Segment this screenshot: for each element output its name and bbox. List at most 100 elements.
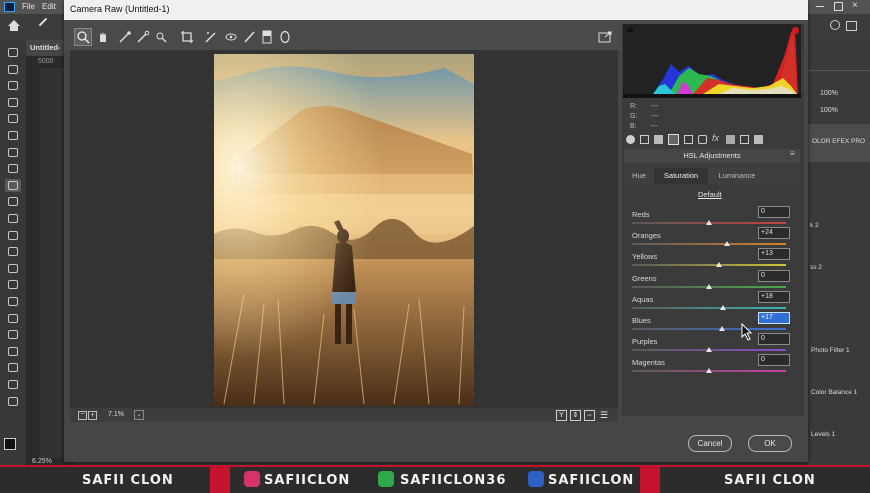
basic-panel-icon[interactable] bbox=[626, 135, 635, 144]
presets-icon[interactable] bbox=[740, 135, 749, 144]
tab-luminance[interactable]: Luminance bbox=[710, 168, 764, 184]
open-preferences-icon[interactable] bbox=[598, 30, 612, 44]
pen-icon[interactable] bbox=[5, 295, 21, 308]
layer-item[interactable]: OLOR EFEX PRO bbox=[812, 138, 865, 145]
minimize-icon[interactable] bbox=[816, 6, 824, 7]
split-toning-icon[interactable] bbox=[684, 135, 693, 144]
zoom-in-button[interactable]: + bbox=[88, 411, 97, 420]
lens-corrections-icon[interactable] bbox=[698, 135, 707, 144]
zoom-tool-icon[interactable] bbox=[74, 28, 92, 46]
slider-thumb[interactable] bbox=[706, 368, 712, 374]
frame-tool-icon[interactable] bbox=[5, 129, 21, 142]
zoom-level[interactable]: 7.1% bbox=[108, 411, 124, 418]
graduated-filter-icon[interactable] bbox=[260, 30, 274, 44]
layer-item[interactable]: Photo Filter 1 bbox=[811, 347, 850, 354]
foreground-color-swatch[interactable] bbox=[4, 438, 16, 450]
crop-tool-icon[interactable] bbox=[5, 112, 21, 125]
option-controls-right[interactable] bbox=[830, 20, 860, 34]
lasso-tool-icon[interactable] bbox=[5, 79, 21, 92]
marquee-tool-icon[interactable] bbox=[5, 63, 21, 76]
layer-item[interactable]: ss 2 bbox=[810, 264, 822, 271]
hsl-icon[interactable] bbox=[668, 134, 679, 145]
slider-thumb[interactable] bbox=[706, 220, 712, 225]
close-icon[interactable]: × bbox=[852, 0, 858, 11]
quick-select-icon[interactable] bbox=[5, 96, 21, 109]
menu-edit[interactable]: Edit bbox=[42, 2, 56, 11]
workspace-icon[interactable] bbox=[846, 21, 857, 31]
slider-value-input[interactable]: 0 bbox=[758, 354, 790, 367]
hand-icon[interactable] bbox=[5, 361, 21, 374]
copy-settings-icon[interactable]: ⇔ bbox=[584, 410, 595, 421]
color-sampler-icon[interactable] bbox=[136, 30, 150, 44]
slider-value-input[interactable]: +18 bbox=[758, 290, 790, 303]
layer-item[interactable]: k 2 bbox=[810, 222, 819, 229]
opacity-value[interactable]: 100% bbox=[820, 90, 838, 97]
panel-menu-icon[interactable]: ≡ bbox=[790, 149, 795, 158]
slider-track[interactable] bbox=[632, 306, 786, 309]
cancel-button[interactable]: Cancel bbox=[688, 435, 732, 452]
zoom-out-button[interactable]: − bbox=[78, 411, 87, 420]
slider-thumb[interactable] bbox=[724, 241, 731, 247]
swap-settings-icon[interactable]: ⇕ bbox=[570, 410, 581, 421]
highlight-clipping-icon[interactable] bbox=[792, 27, 799, 34]
slider-thumb[interactable] bbox=[716, 262, 722, 268]
slider-track[interactable] bbox=[632, 328, 786, 330]
camera-calibration-icon[interactable] bbox=[726, 135, 735, 144]
layer-item[interactable]: Levels 1 bbox=[811, 431, 835, 438]
window-controls[interactable]: × bbox=[812, 0, 866, 12]
eraser-icon[interactable] bbox=[5, 229, 21, 242]
type-icon[interactable] bbox=[5, 312, 21, 325]
gradient-icon[interactable] bbox=[5, 245, 21, 258]
dodge-icon[interactable] bbox=[5, 278, 21, 291]
slider-value-input[interactable]: 0 bbox=[758, 333, 790, 346]
slider-thumb[interactable] bbox=[719, 304, 726, 310]
move-tool-icon[interactable] bbox=[5, 46, 21, 59]
healing-brush-icon[interactable] bbox=[5, 162, 21, 175]
snapshots-icon[interactable] bbox=[754, 135, 763, 144]
shape-icon[interactable] bbox=[5, 345, 21, 358]
menu-file[interactable]: File bbox=[22, 2, 35, 11]
slider-magentas[interactable]: Magentas 0 bbox=[632, 354, 790, 378]
slider-value-input[interactable]: 0 bbox=[758, 269, 790, 282]
shadow-clipping-icon[interactable] bbox=[626, 26, 634, 32]
history-brush-icon[interactable] bbox=[5, 212, 21, 225]
slider-thumb[interactable] bbox=[706, 283, 712, 289]
brush-tool-icon[interactable] bbox=[38, 17, 48, 27]
slider-track[interactable] bbox=[632, 243, 786, 246]
slider-value-input[interactable]: +17 bbox=[758, 312, 790, 324]
default-link[interactable]: Default bbox=[698, 190, 722, 199]
white-balance-icon[interactable] bbox=[118, 30, 132, 44]
ok-button[interactable]: OK bbox=[748, 435, 792, 452]
slider-track[interactable] bbox=[632, 264, 786, 267]
slider-value-input[interactable]: 0 bbox=[758, 206, 790, 218]
clone-stamp-icon[interactable] bbox=[5, 195, 21, 208]
zoom-dropdown-icon[interactable]: ⌄ bbox=[134, 410, 144, 420]
tab-saturation[interactable]: Saturation bbox=[654, 168, 708, 184]
document-tab[interactable]: Untitled- bbox=[26, 40, 64, 56]
maximize-icon[interactable] bbox=[834, 2, 843, 11]
effects-icon[interactable]: fx bbox=[712, 133, 719, 143]
red-eye-icon[interactable] bbox=[224, 30, 238, 44]
hand-tool-icon[interactable] bbox=[96, 30, 110, 44]
tone-curve-icon[interactable] bbox=[640, 135, 649, 144]
radial-filter-icon[interactable] bbox=[278, 30, 292, 44]
targeted-adjustment-icon[interactable] bbox=[154, 30, 168, 44]
spot-removal-icon[interactable] bbox=[204, 30, 218, 44]
slider-value-input[interactable]: +24 bbox=[758, 227, 790, 240]
blur-icon[interactable] bbox=[5, 262, 21, 275]
crop-icon[interactable] bbox=[180, 30, 194, 44]
slider-thumb[interactable] bbox=[719, 326, 726, 331]
tab-hue[interactable]: Hue bbox=[626, 168, 652, 184]
brush-icon[interactable] bbox=[5, 178, 21, 192]
path-select-icon[interactable] bbox=[5, 328, 21, 341]
slider-thumb[interactable] bbox=[706, 347, 712, 353]
layer-item[interactable]: Color Balance 1 bbox=[811, 389, 857, 396]
preview-settings-icon[interactable]: ☰ bbox=[600, 410, 608, 421]
search-icon[interactable] bbox=[830, 20, 840, 30]
more-tools-icon[interactable] bbox=[5, 395, 21, 408]
eyedropper-icon[interactable] bbox=[5, 146, 21, 159]
adjustment-brush-icon[interactable] bbox=[242, 30, 256, 44]
zoom-icon[interactable] bbox=[5, 378, 21, 391]
slider-value-input[interactable]: +13 bbox=[758, 248, 790, 261]
detail-icon[interactable] bbox=[654, 135, 663, 144]
